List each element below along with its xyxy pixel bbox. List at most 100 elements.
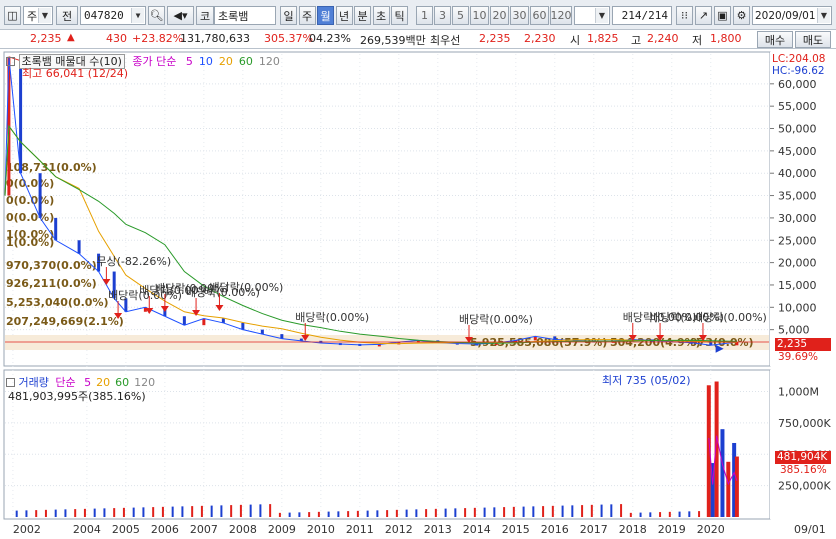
volume-bar: [74, 509, 77, 517]
x-tick-label: 2019: [658, 523, 686, 536]
volume-profile-label: 207,249,669(2.1%): [6, 315, 124, 328]
volume-profile-label: 926,211(0.0%): [6, 277, 97, 290]
volume-bar: [434, 508, 437, 517]
tab-period-3[interactable]: 년: [335, 6, 353, 25]
volume-bar: [230, 505, 233, 517]
volume-bar: [473, 507, 476, 517]
interval-button-3[interactable]: 3: [434, 6, 451, 25]
tab-period-1[interactable]: 주: [298, 6, 316, 25]
tab-period-5[interactable]: 초: [372, 6, 390, 25]
date-field[interactable]: 2020/09/01 ▼: [752, 6, 832, 25]
interval-select[interactable]: ▼: [574, 6, 610, 25]
volume-bar: [191, 506, 194, 517]
event-label: 배당락(0.00%): [295, 311, 369, 324]
buy-button[interactable]: 매수: [757, 31, 793, 48]
panel-menu-icon[interactable]: [6, 57, 15, 66]
best-ask: 2,235: [479, 32, 511, 45]
interval-button-60[interactable]: 60: [530, 6, 549, 25]
volume-bar: [720, 429, 725, 517]
current-price: 2,235: [30, 32, 62, 45]
interval-button-20[interactable]: 20: [490, 6, 509, 25]
stock-chart[interactable]: 108,731(0.0%)0(0.0%)0(0.0%)0(0.0%)1(0.0%…: [0, 49, 836, 539]
volume-bar: [200, 505, 203, 517]
x-tick-label: 2012: [385, 523, 413, 536]
volume-bar: [688, 511, 691, 517]
tab-period-4[interactable]: 분: [354, 6, 371, 25]
volume-profile-label: 5,253,040(0.0%): [6, 296, 109, 309]
gear-icon[interactable]: ⚙: [733, 6, 750, 25]
volume-bar: [600, 504, 603, 517]
tab-period-6[interactable]: 틱: [391, 6, 408, 25]
candle: [182, 316, 186, 326]
x-tick-label: 2013: [424, 523, 452, 536]
volume-bar: [512, 506, 515, 517]
volume-value-tag: 481,904K: [775, 451, 831, 464]
panel-menu-icon[interactable]: [6, 378, 15, 387]
low-price: 1,800: [710, 32, 742, 45]
search-icon[interactable]: 🔍︎: [148, 6, 165, 25]
volume-bar: [464, 508, 467, 517]
period-mode-select[interactable]: 주 ▼: [23, 6, 53, 25]
volume-bar: [425, 509, 428, 517]
sell-button[interactable]: 매도: [795, 31, 831, 48]
volume-profile-label: 970,370(0.0%): [6, 259, 97, 272]
chart-window: ◫ 주 ▼ 전 047820 ▼ 🔍︎ ◀▾ 코 초록뱀 일주월년분초틱 135…: [0, 0, 836, 539]
price-change-pct: +23.82%: [132, 32, 184, 45]
tab-period-2[interactable]: 월: [317, 6, 334, 25]
chevron-down-icon: ▼: [595, 8, 608, 23]
open-price: 1,825: [587, 32, 619, 45]
chevron-down-icon: ▼: [131, 8, 144, 23]
price-summary-bar: 2,235 ▲ 430 +23.82% 131,780,633 305.37% …: [0, 30, 836, 49]
x-tick-label: 2011: [346, 523, 374, 536]
volume-profile-label: 0(0.0%): [6, 211, 54, 224]
interval-button-30[interactable]: 30: [510, 6, 529, 25]
bar-count-total: /214: [641, 9, 669, 22]
volume-bar: [298, 512, 301, 517]
up-triangle-icon: ▲: [67, 32, 75, 43]
tab-period-0[interactable]: 일: [280, 6, 297, 25]
volume-bar: [269, 504, 272, 517]
cursor-icon[interactable]: ↗: [695, 6, 712, 25]
price-axis: [770, 52, 832, 366]
x-axis-end-label: 09/01: [794, 523, 826, 536]
interval-button-1[interactable]: 1: [416, 6, 433, 25]
ma-period-120: 120: [258, 55, 280, 68]
chevron-down-icon: ▼: [38, 8, 51, 23]
volume-bar: [288, 512, 291, 517]
bar-count-field[interactable]: 214/214: [612, 6, 672, 25]
volume-bar: [610, 504, 613, 517]
volume-tick-label: 250,000K: [778, 480, 831, 493]
save-icon[interactable]: ▣: [714, 6, 731, 25]
volume-pct-tag: 385.16%: [780, 464, 827, 476]
volume-bar: [239, 504, 242, 517]
ma-periods: 5 10 20 60 120: [180, 55, 280, 68]
volume-bar: [493, 507, 496, 517]
best-bid: 2,230: [524, 32, 556, 45]
date-value: 2020/09/01: [755, 9, 816, 22]
window-menu-icon[interactable]: ◫: [4, 6, 21, 25]
volume-bar: [366, 510, 369, 517]
volume-bar: [142, 507, 145, 517]
x-tick-label: 2015: [502, 523, 530, 536]
grid-icon[interactable]: ⁝⁝: [676, 6, 693, 25]
interval-button-120[interactable]: 120: [550, 6, 572, 25]
market-code[interactable]: 코: [196, 6, 214, 25]
interval-button-5[interactable]: 5: [452, 6, 469, 25]
turnover-rate: 04.23%: [309, 32, 351, 45]
x-tick-label: 2018: [619, 523, 647, 536]
stock-name-field[interactable]: 초록뱀: [214, 6, 276, 25]
stock-code-value: 047820: [84, 9, 124, 22]
interval-button-10[interactable]: 10: [470, 6, 489, 25]
volume-profile-label: 0(0.0%): [6, 177, 54, 190]
volume-bar: [629, 512, 632, 517]
speaker-icon[interactable]: ◀▾: [167, 6, 194, 25]
y-tick-label: 55,000: [778, 100, 817, 113]
stock-code-input[interactable]: 047820 ▼: [80, 6, 146, 25]
prev-button[interactable]: 전: [56, 6, 78, 25]
volume-bar: [415, 509, 418, 517]
volume-bar: [249, 504, 252, 517]
x-tick-label: 2017: [580, 523, 608, 536]
top-toolbar: ◫ 주 ▼ 전 047820 ▼ 🔍︎ ◀▾ 코 초록뱀 일주월년분초틱 135…: [0, 0, 836, 30]
volume-bar: [347, 511, 350, 517]
volume-bar: [581, 505, 584, 517]
